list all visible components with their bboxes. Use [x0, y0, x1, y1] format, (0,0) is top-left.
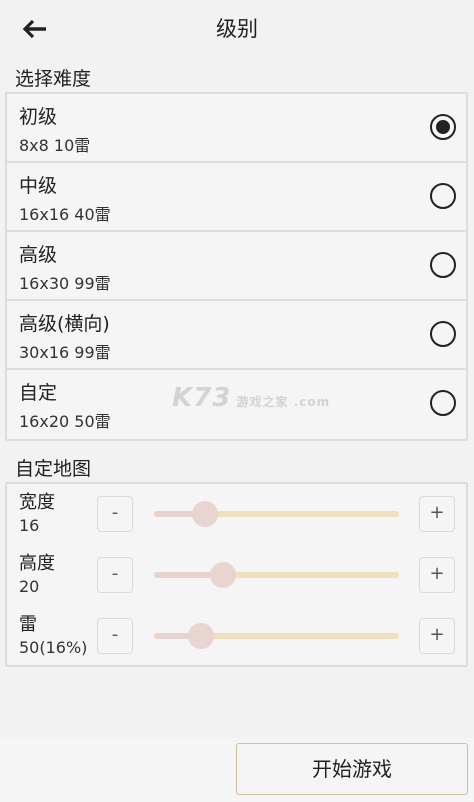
mines-label: 雷	[19, 614, 37, 635]
watermark-logo: K73 游戏之家 .com	[172, 383, 331, 413]
radio-selected-dot	[436, 120, 450, 134]
difficulty-section-label: 选择难度	[15, 68, 92, 90]
level-desc: 16x30 99雷	[19, 274, 111, 293]
height-increase-button[interactable]: +	[419, 557, 455, 593]
start-game-button[interactable]: 开始游戏	[236, 743, 468, 795]
height-slider[interactable]	[154, 562, 399, 588]
width-value: 16	[19, 516, 40, 535]
level-name: 自定	[19, 382, 58, 404]
mines-decrease-button[interactable]: -	[97, 618, 133, 654]
level-option-expert-landscape[interactable]: 高级(横向) 30x16 99雷	[7, 301, 466, 370]
width-label: 宽度	[19, 492, 55, 513]
level-desc: 16x16 40雷	[19, 205, 111, 224]
radio-button[interactable]	[430, 114, 456, 140]
width-decrease-button[interactable]: -	[97, 496, 133, 532]
level-option-expert[interactable]: 高级 16x30 99雷	[7, 232, 466, 301]
radio-button[interactable]	[430, 390, 456, 416]
custom-mines-row: 雷 50(16%) - +	[7, 606, 466, 667]
level-desc: 30x16 99雷	[19, 343, 111, 362]
custom-map-section-label: 自定地图	[15, 458, 92, 480]
custom-map-panel: 宽度 16 - + 高度 20 - + 雷 50(16%) - +	[5, 482, 468, 667]
radio-button[interactable]	[430, 183, 456, 209]
level-name: 中级	[19, 175, 58, 197]
app-header: 级别	[0, 0, 474, 58]
height-value: 20	[19, 577, 40, 596]
slider-thumb[interactable]	[209, 562, 236, 588]
slider-thumb[interactable]	[187, 623, 214, 649]
level-name: 高级	[19, 244, 58, 266]
level-option-intermediate[interactable]: 中级 16x16 40雷	[7, 163, 466, 232]
radio-button[interactable]	[430, 321, 456, 347]
height-label: 高度	[19, 553, 55, 574]
footer-bar: 开始游戏	[0, 738, 474, 802]
height-decrease-button[interactable]: -	[97, 557, 133, 593]
mines-increase-button[interactable]: +	[419, 618, 455, 654]
width-increase-button[interactable]: +	[419, 496, 455, 532]
width-slider[interactable]	[154, 501, 399, 527]
mines-value: 50(16%)	[19, 638, 88, 657]
custom-width-row: 宽度 16 - +	[7, 484, 466, 545]
level-name: 初级	[19, 106, 58, 128]
level-name: 高级(横向)	[19, 313, 110, 335]
slider-thumb[interactable]	[192, 501, 219, 527]
level-option-beginner[interactable]: 初级 8x8 10雷	[7, 94, 466, 163]
level-desc: 8x8 10雷	[19, 136, 91, 155]
level-desc: 16x20 50雷	[19, 412, 111, 431]
custom-height-row: 高度 20 - +	[7, 545, 466, 606]
mines-slider[interactable]	[154, 623, 399, 649]
page-title: 级别	[216, 17, 258, 41]
radio-button[interactable]	[430, 252, 456, 278]
